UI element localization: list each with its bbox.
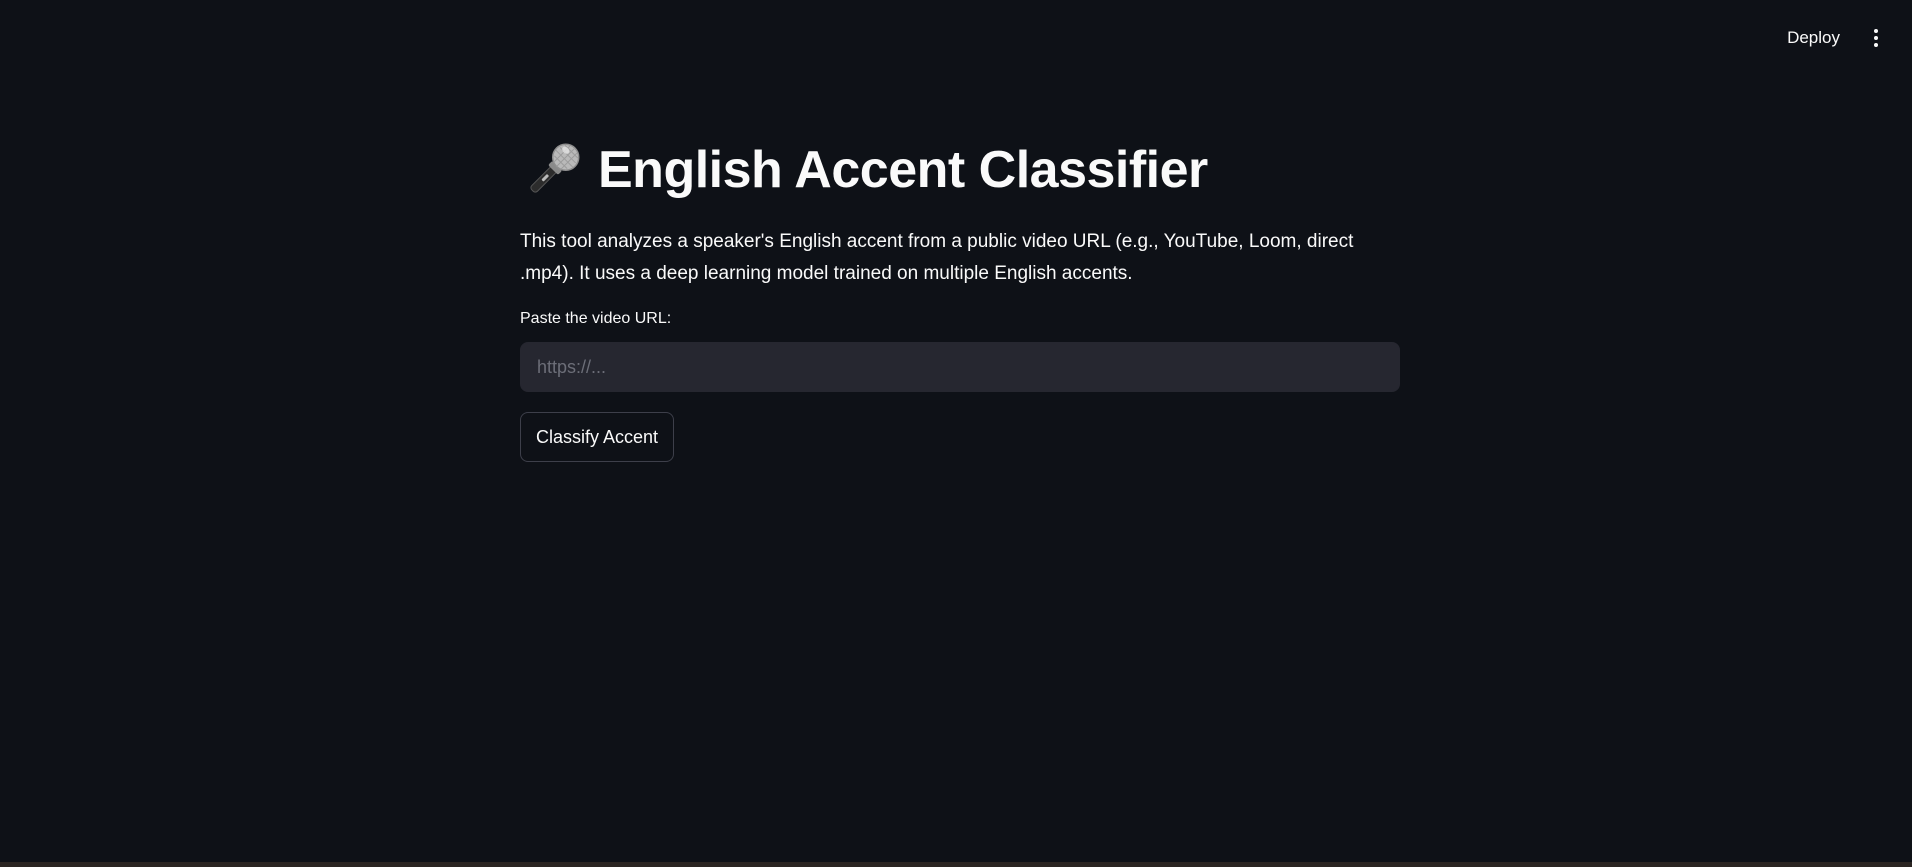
app-header: Deploy [0, 0, 1912, 76]
app-root: Deploy English Accent Classifier This to… [0, 0, 1912, 867]
vertical-ellipsis-icon [1874, 29, 1878, 33]
deploy-button[interactable]: Deploy [1773, 20, 1854, 56]
button-row: Classify Accent [520, 392, 1400, 462]
bottom-edge-strip [0, 862, 1912, 867]
video-url-input[interactable] [520, 342, 1400, 392]
page-description: This tool analyzes a speaker's English a… [520, 231, 1354, 284]
classify-accent-button[interactable]: Classify Accent [520, 412, 675, 462]
microphone-icon [530, 143, 580, 193]
url-field-label: Paste the video URL: [520, 310, 672, 327]
page-title-row: English Accent Classifier [520, 128, 1400, 212]
main-content: English Accent Classifier This tool anal… [520, 128, 1400, 462]
main-menu-button[interactable] [1862, 20, 1890, 56]
page-title: English Accent Classifier [598, 141, 1208, 199]
